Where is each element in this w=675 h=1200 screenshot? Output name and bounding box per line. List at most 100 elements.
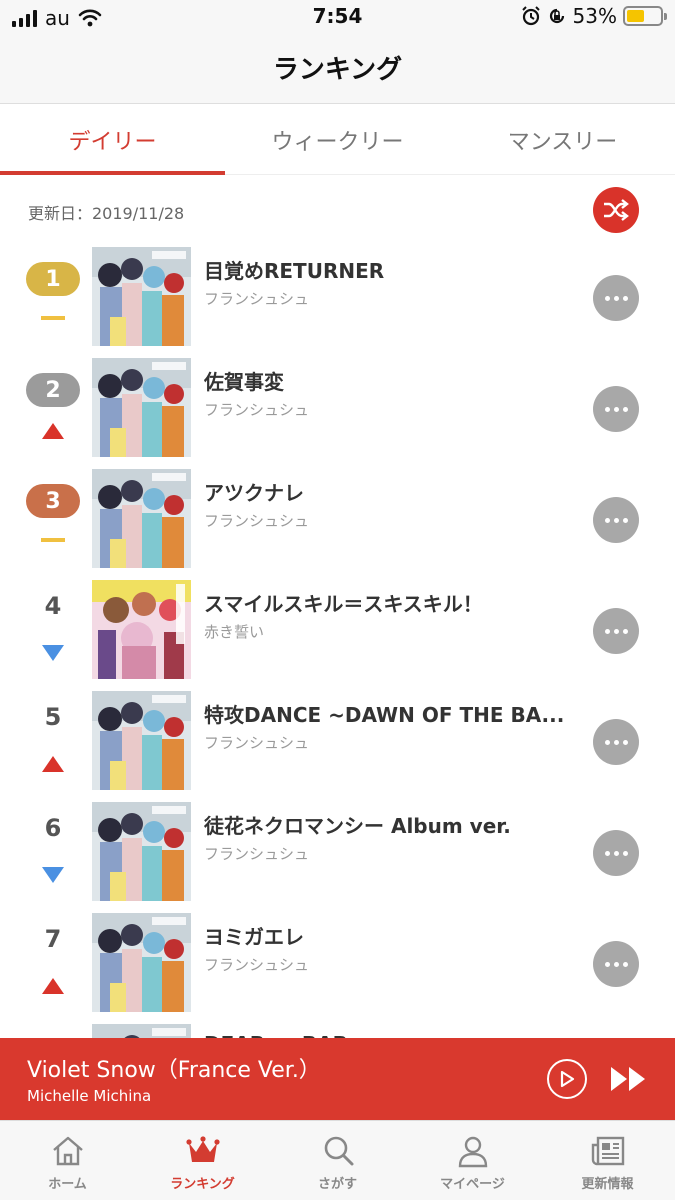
album-art-image [92,802,191,901]
album-art[interactable] [92,469,191,568]
more-dot-icon [613,628,619,634]
more-dot-icon [604,295,610,301]
user-icon [458,1136,487,1168]
track-title: 目覚めRETURNER [204,259,385,283]
bottom-nav: ホーム ランキング さがす マイページ 更新情報 [0,1120,675,1200]
track-artist: フランシュシュ [204,401,310,419]
track-title: 特攻DANCE ~DAWN OF THE BA... [204,703,565,727]
more-dot-icon [604,517,610,523]
play-icon [560,1070,575,1088]
rank-number: 7 [44,925,62,953]
more-options-button[interactable] [593,386,639,432]
more-dot-icon [622,739,628,745]
album-art[interactable] [92,247,191,346]
track-artist: フランシュシュ [204,512,310,530]
more-dot-icon [622,406,628,412]
album-art-image [92,691,191,790]
album-art[interactable] [92,1024,191,1038]
more-dot-icon [604,628,610,634]
trend-down-icon [42,645,64,661]
status-bar: au 7:54 53% [0,0,675,32]
fast-forward-button[interactable] [609,1064,649,1094]
nav-label-ranking: ランキング [170,1177,235,1192]
rank-number: 4 [44,592,62,620]
album-art[interactable] [92,358,191,457]
album-art[interactable] [92,580,191,679]
album-art[interactable] [92,691,191,790]
more-options-button[interactable] [593,719,639,765]
more-options-button[interactable] [593,830,639,876]
play-button[interactable] [547,1059,587,1099]
rank-number: 6 [44,814,62,842]
more-options-button[interactable] [593,275,639,321]
ranking-row[interactable]: 5 特攻DANCE ~DAWN OF THE BA... フランシュシュ [0,685,675,796]
now-playing-title: Violet Snow（France Ver.） [27,1058,321,1083]
trend-down-icon [42,867,64,883]
ranking-row[interactable]: 3 アツクナレフランシュシュ [0,463,675,574]
nav-label-mypage: マイページ [440,1177,505,1192]
crown-icon [185,1136,220,1162]
more-options-button[interactable] [593,941,639,987]
track-artist: フランシュシュ [204,956,310,974]
search-icon [324,1136,353,1166]
nav-mypage[interactable]: マイページ [405,1121,540,1200]
ranking-row[interactable]: 6 徒花ネクロマンシー Album ver. フランシュシュ [0,796,675,907]
nav-news[interactable]: 更新情報 [540,1121,675,1200]
nav-search[interactable]: さがす [270,1121,405,1200]
more-dot-icon [604,961,610,967]
tab-daily[interactable]: デイリー [0,105,225,175]
rank-badge: 1 [26,262,80,296]
ranking-list: 1 目覚めRETURNER フランシュシュ 2 佐賀事変 フランシュシュ 3 アツクナレ フラン… [0,241,675,1038]
nav-label-news: 更新情報 [581,1177,634,1192]
more-dot-icon [622,961,628,967]
more-dot-icon [622,628,628,634]
trend-same-icon [41,538,65,542]
more-dot-icon [613,406,619,412]
ranking-row[interactable]: DEAR ... BAB... [0,1018,675,1038]
album-art-image [92,247,191,346]
album-art-image [92,1024,191,1038]
more-dot-icon [622,850,628,856]
nav-ranking[interactable]: ランキング [135,1121,270,1200]
trend-up-icon [42,756,64,772]
album-art[interactable] [92,802,191,901]
more-dot-icon [622,295,628,301]
more-dot-icon [604,406,610,412]
track-title: 徒花ネクロマンシー Album ver. [204,814,511,838]
orientation-lock-icon [549,8,564,24]
tab-monthly[interactable]: マンスリー [450,105,675,174]
trend-up-icon [42,978,64,994]
news-icon [591,1136,624,1166]
rank-number: 5 [44,703,62,731]
album-art-image [92,913,191,1012]
shuffle-icon [604,199,629,221]
ranking-row[interactable]: 7 ヨミガエレフランシュシュ [0,907,675,1018]
home-icon [52,1136,83,1166]
rank-badge: 3 [26,484,80,518]
nav-home[interactable]: ホーム [0,1121,135,1200]
track-artist: フランシュシュ [204,290,310,308]
ranking-row[interactable]: 2 佐賀事変 フランシュシュ [0,352,675,463]
more-dot-icon [613,517,619,523]
ranking-row[interactable]: 1 目覚めRETURNER フランシュシュ [0,241,675,352]
track-title: ヨミガエレ [204,925,304,949]
track-title: アツクナレ [204,481,304,505]
track-title: 佐賀事変 [204,370,284,394]
status-right: 53% [521,4,667,28]
shuffle-button[interactable] [593,187,639,233]
more-options-button[interactable] [593,608,639,654]
tab-weekly[interactable]: ウィークリー [225,105,450,174]
now-playing-artist: Michelle Michina [27,1087,152,1105]
ranking-row[interactable]: 4 スマイルスキル＝スキスキル！ 赤き誓い [0,574,675,685]
fast-forward-icon [611,1067,645,1091]
period-tabs: デイリー ウィークリー マンスリー [0,105,675,175]
album-art-image [92,469,191,568]
album-art[interactable] [92,913,191,1012]
track-artist: 赤き誓い [204,623,265,641]
more-dot-icon [613,295,619,301]
more-dot-icon [622,517,628,523]
more-options-button[interactable] [593,497,639,543]
mini-player[interactable]: Violet Snow（France Ver.） Michelle Michin… [0,1038,675,1120]
trend-same-icon [41,316,65,320]
battery-icon [623,6,667,26]
